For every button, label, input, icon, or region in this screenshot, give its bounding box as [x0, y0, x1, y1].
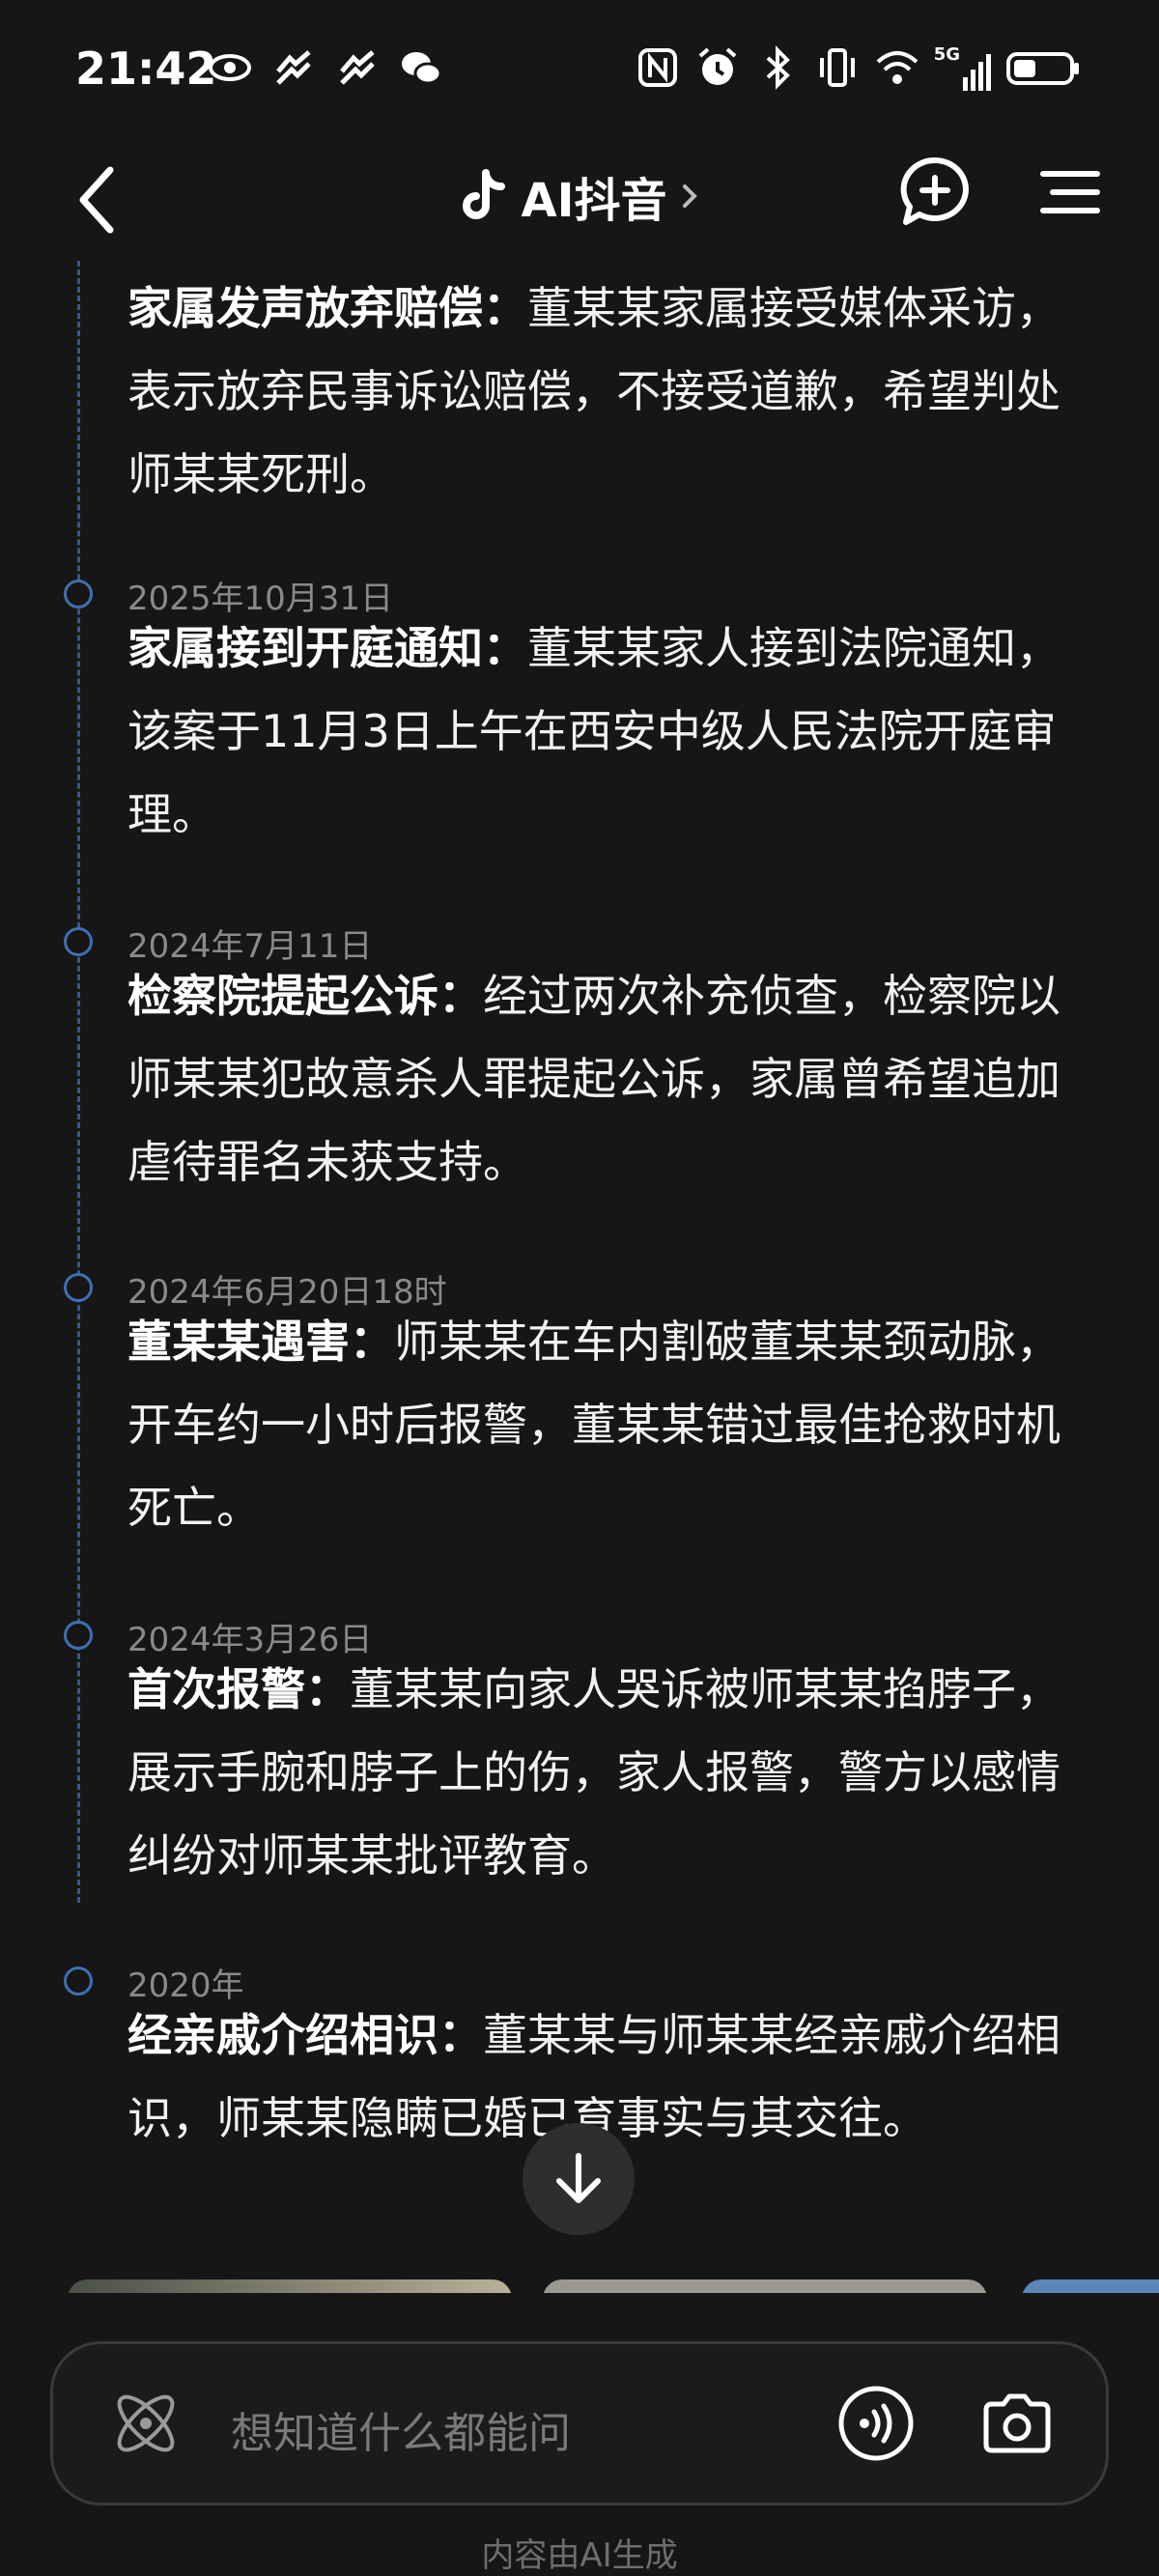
vibrate-icon — [819, 48, 855, 87]
app-header: AI抖音 — [0, 145, 1159, 251]
cellular-signal-icon: 5G — [934, 44, 991, 91]
status-time: 21:42 — [75, 42, 217, 95]
timeline-heading: 家属接到开庭通知： — [127, 622, 527, 674]
image-thumbnail[interactable] — [543, 2279, 987, 2293]
timeline-dot — [64, 1273, 93, 1302]
menu-icon[interactable] — [1039, 158, 1101, 226]
battery-icon — [1006, 52, 1079, 85]
tiktok-notification-icon — [276, 50, 311, 85]
wifi-icon — [876, 51, 919, 84]
eye-icon — [209, 54, 251, 81]
timeline-text: 家属发声放弃赔偿：董某某家属接受媒体采访，表示放弃民事诉讼赔偿，不接受道歉，希望… — [127, 267, 1084, 516]
timeline-dot — [64, 580, 93, 609]
timeline-dot — [64, 1621, 93, 1650]
chevron-right-icon — [682, 184, 697, 208]
timeline-dot — [64, 927, 93, 956]
title-button[interactable]: AI抖音 — [0, 162, 1159, 230]
chat-input-bar[interactable]: 想知道什么都能问 — [50, 2341, 1109, 2505]
arrow-down-icon — [556, 2153, 601, 2203]
timeline-heading: 家属发声放弃赔偿： — [127, 282, 527, 334]
wechat-icon — [402, 52, 442, 85]
image-strip — [0, 2279, 1159, 2293]
timeline-heading: 检察院提起公诉： — [127, 970, 483, 1022]
tiktok-notification-icon-2 — [340, 50, 375, 85]
new-chat-icon[interactable] — [898, 155, 972, 228]
chat-input[interactable]: 想知道什么都能问 — [231, 2398, 571, 2460]
nfc-icon — [637, 48, 677, 87]
voice-icon[interactable] — [835, 2383, 917, 2464]
alarm-icon — [698, 47, 737, 85]
timeline-text: 检察院提起公诉：经过两次补充侦查，检察院以师某某犯故意杀人罪提起公诉，家属曾希望… — [127, 954, 1084, 1203]
timeline-text: 董某某遇害：师某某在车内割破董某某颈动脉，开车约一小时后报警，董某某错过最佳抢救… — [127, 1300, 1084, 1549]
page-title: AI抖音 — [521, 174, 667, 228]
timeline-heading: 经亲戚介绍相识： — [127, 2009, 483, 2061]
ai-disclaimer: 内容由AI生成 — [481, 2536, 678, 2575]
timeline-line — [77, 261, 80, 1903]
bluetooth-icon — [766, 45, 790, 90]
atom-icon[interactable] — [105, 2383, 186, 2464]
status-bar: 21:42 5G — [0, 0, 1159, 139]
network-type: 5G — [933, 44, 960, 65]
timeline-text: 首次报警：董某某向家人哭诉被师某某掐脖子，展示手腕和脖子上的伤，家人报警，警方以… — [127, 1648, 1084, 1897]
timeline-heading: 首次报警： — [127, 1663, 350, 1715]
image-thumbnail[interactable] — [1022, 2279, 1159, 2293]
timeline-dot — [64, 1967, 93, 1996]
tiktok-logo-icon — [463, 169, 506, 219]
camera-icon[interactable] — [976, 2383, 1058, 2464]
image-thumbnail[interactable] — [68, 2279, 512, 2293]
timeline-text: 家属接到开庭通知：董某某家人接到法院通知，该案于11月3日上午在西安中级人民法院… — [127, 607, 1084, 856]
scroll-down-button[interactable] — [523, 2123, 635, 2235]
timeline-heading: 董某某遇害： — [127, 1316, 394, 1368]
